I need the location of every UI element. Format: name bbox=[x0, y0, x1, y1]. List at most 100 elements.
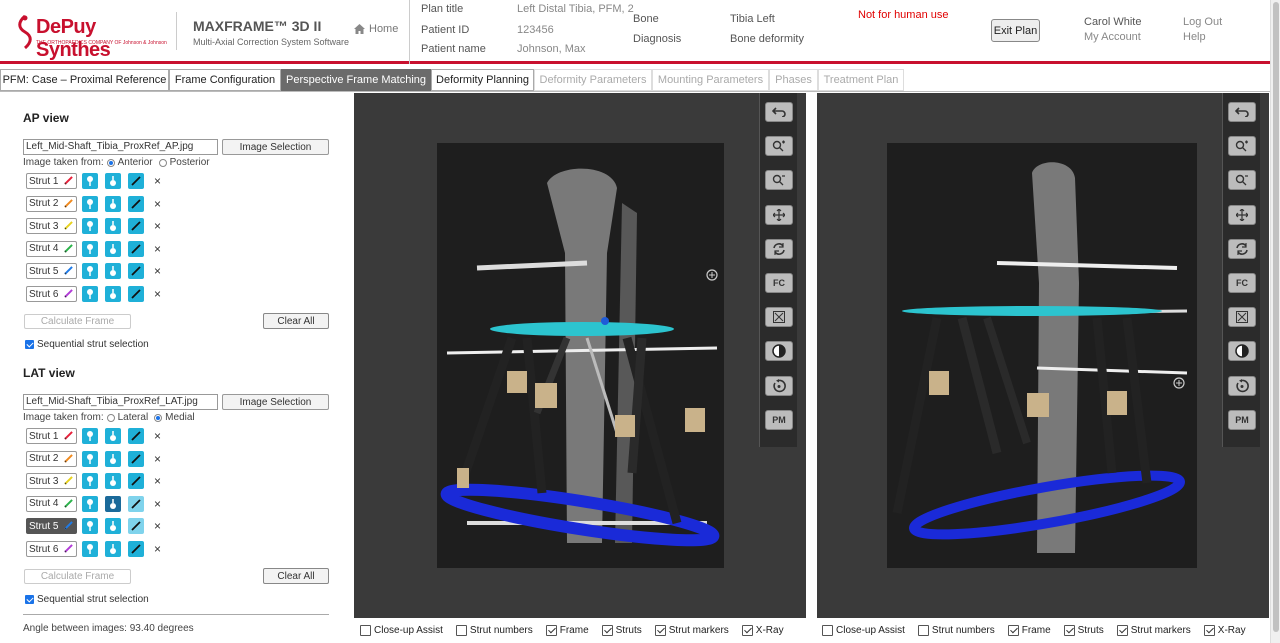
lat-sequential-strut-selection[interactable]: Sequential strut selection bbox=[25, 594, 149, 605]
lat-clear-all-button[interactable]: Clear All bbox=[263, 568, 329, 584]
lat-strut-4-top-marker-icon[interactable] bbox=[82, 495, 98, 512]
lat-zoom-out-icon[interactable] bbox=[1228, 170, 1256, 191]
ap-strut-3-line-icon[interactable] bbox=[128, 218, 144, 235]
page-scrollbar[interactable] bbox=[1270, 0, 1280, 643]
option-checkbox[interactable] bbox=[822, 624, 833, 636]
ap-fit-screen-icon[interactable] bbox=[765, 307, 793, 328]
tab-frame-configuration[interactable]: Frame Configuration bbox=[169, 69, 281, 91]
anterior-radio[interactable] bbox=[106, 158, 115, 167]
ap-option-struts[interactable]: Struts bbox=[601, 624, 642, 636]
tab-deformity-planning[interactable]: Deformity Planning bbox=[431, 69, 534, 91]
option-checkbox[interactable] bbox=[741, 624, 753, 636]
medial-radio[interactable] bbox=[154, 413, 163, 422]
lat-strut-1-clear-icon[interactable]: × bbox=[154, 429, 161, 443]
ap-zoom-out-icon[interactable] bbox=[765, 170, 793, 191]
lat-strut-6-line-icon[interactable] bbox=[128, 541, 144, 557]
ap-strut-5-bottom-marker-icon[interactable] bbox=[105, 263, 121, 280]
lat-strut-6-clear-icon[interactable]: × bbox=[154, 542, 161, 556]
ap-strut-5-line-icon[interactable] bbox=[128, 263, 144, 280]
option-checkbox[interactable] bbox=[1007, 624, 1019, 636]
tab-deformity-parameters[interactable]: Deformity Parameters bbox=[534, 69, 652, 91]
ap-strut-2-top-marker-icon[interactable] bbox=[82, 195, 98, 212]
ap-strut-3-top-marker-icon[interactable] bbox=[82, 218, 98, 235]
ap-strut-1-clear-icon[interactable]: × bbox=[154, 174, 161, 188]
lat-rotate-icon[interactable] bbox=[1228, 238, 1256, 259]
lat-strut-3-top-marker-icon[interactable] bbox=[82, 473, 98, 490]
option-checkbox[interactable] bbox=[455, 624, 467, 636]
ap-strut-2-line-icon[interactable] bbox=[128, 195, 144, 212]
ap-zoom-in-icon[interactable] bbox=[765, 136, 793, 157]
ap-contrast-icon[interactable] bbox=[765, 341, 793, 362]
lat-strut-4-line-icon[interactable] bbox=[128, 495, 144, 512]
lat-strut-4-button[interactable]: Strut 4 bbox=[26, 495, 77, 512]
lat-strut-6-bottom-marker-icon[interactable] bbox=[105, 541, 121, 557]
option-checkbox[interactable] bbox=[360, 624, 371, 636]
ap-pan-icon[interactable] bbox=[765, 204, 793, 225]
lat-strut-4-bottom-marker-icon[interactable] bbox=[105, 495, 121, 512]
lat-strut-2-line-icon[interactable] bbox=[128, 450, 144, 467]
ap-strut-4-line-icon[interactable] bbox=[128, 240, 144, 257]
ap-calculate-frame-button[interactable]: Calculate Frame bbox=[24, 314, 131, 329]
lat-filename-field[interactable]: Left_Mid-Shaft_Tibia_ProxRef_LAT.jpg bbox=[23, 394, 218, 410]
lat-strut-5-bottom-marker-icon[interactable] bbox=[105, 518, 121, 535]
ap-fc-button[interactable]: FC bbox=[765, 273, 793, 293]
lat-strut-6-top-marker-icon[interactable] bbox=[82, 541, 98, 557]
lat-option-close-up-assist[interactable]: Close-up Assist bbox=[822, 624, 905, 636]
scrollbar-thumb[interactable] bbox=[1273, 2, 1279, 632]
lat-fc-button[interactable]: FC bbox=[1228, 273, 1256, 293]
tab-pfm-case[interactable]: PFM: Case – Proximal Reference bbox=[0, 69, 169, 91]
posterior-radio[interactable] bbox=[158, 158, 167, 167]
lat-strut-5-line-icon[interactable] bbox=[128, 518, 144, 535]
ap-strut-2-bottom-marker-icon[interactable] bbox=[105, 195, 121, 212]
lat-option-strut-markers[interactable]: Strut markers bbox=[1116, 624, 1191, 636]
ap-strut-6-line-icon[interactable] bbox=[128, 286, 144, 302]
ap-strut-4-clear-icon[interactable]: × bbox=[154, 242, 161, 256]
ap-reset-icon[interactable] bbox=[765, 375, 793, 396]
ap-strut-1-line-icon[interactable] bbox=[128, 173, 144, 189]
lat-option-frame[interactable]: Frame bbox=[1007, 624, 1051, 636]
ap-strut-4-button[interactable]: Strut 4 bbox=[26, 240, 77, 257]
ap-strut-5-top-marker-icon[interactable] bbox=[82, 263, 98, 280]
lat-zoom-in-icon[interactable] bbox=[1228, 136, 1256, 157]
option-checkbox[interactable] bbox=[1116, 624, 1128, 636]
option-checkbox[interactable] bbox=[1063, 624, 1075, 636]
ap-option-strut-markers[interactable]: Strut markers bbox=[654, 624, 729, 636]
ap-undo-icon[interactable] bbox=[765, 102, 793, 122]
option-checkbox[interactable] bbox=[1203, 624, 1215, 636]
lat-strut-1-line-icon[interactable] bbox=[128, 428, 144, 444]
lateral-radio[interactable] bbox=[106, 413, 115, 422]
ap-option-x-ray[interactable]: X-Ray bbox=[741, 624, 784, 636]
ap-strut-3-bottom-marker-icon[interactable] bbox=[105, 218, 121, 235]
lat-fit-screen-icon[interactable] bbox=[1228, 307, 1256, 328]
lat-strut-5-clear-icon[interactable]: × bbox=[154, 519, 161, 533]
lat-strut-3-clear-icon[interactable]: × bbox=[154, 474, 161, 488]
ap-clear-all-button[interactable]: Clear All bbox=[263, 313, 329, 329]
help-link[interactable]: Help bbox=[1183, 31, 1206, 43]
ap-strut-6-clear-icon[interactable]: × bbox=[154, 287, 161, 301]
lat-contrast-icon[interactable] bbox=[1228, 341, 1256, 362]
ap-strut-6-top-marker-icon[interactable] bbox=[82, 286, 98, 302]
option-checkbox[interactable] bbox=[654, 624, 666, 636]
lat-strut-3-button[interactable]: Strut 3 bbox=[26, 473, 77, 490]
lat-strut-2-button[interactable]: Strut 2 bbox=[26, 450, 77, 467]
lat-calculate-frame-button[interactable]: Calculate Frame bbox=[24, 569, 131, 584]
ap-strut-5-button[interactable]: Strut 5 bbox=[26, 263, 77, 280]
ap-strut-6-button[interactable]: Strut 6 bbox=[26, 286, 77, 302]
option-checkbox[interactable] bbox=[601, 624, 613, 636]
tab-mounting-parameters[interactable]: Mounting Parameters bbox=[652, 69, 769, 91]
tab-phases[interactable]: Phases bbox=[769, 69, 818, 91]
lat-reset-icon[interactable] bbox=[1228, 375, 1256, 396]
ap-strut-6-bottom-marker-icon[interactable] bbox=[105, 286, 121, 302]
lat-option-struts[interactable]: Struts bbox=[1063, 624, 1104, 636]
ap-strut-4-top-marker-icon[interactable] bbox=[82, 240, 98, 257]
lat-undo-icon[interactable] bbox=[1228, 102, 1256, 122]
lat-strut-5-button[interactable]: Strut 5 bbox=[26, 518, 77, 535]
home-link[interactable]: Home bbox=[354, 23, 398, 35]
lat-sequential-checkbox[interactable] bbox=[25, 595, 34, 604]
ap-strut-1-bottom-marker-icon[interactable] bbox=[105, 173, 121, 189]
ap-strut-2-button[interactable]: Strut 2 bbox=[26, 195, 77, 212]
my-account-link[interactable]: My Account bbox=[1084, 31, 1141, 43]
lat-strut-3-line-icon[interactable] bbox=[128, 473, 144, 490]
option-checkbox[interactable] bbox=[917, 624, 929, 636]
ap-image-viewer[interactable]: FC PM bbox=[354, 93, 806, 618]
